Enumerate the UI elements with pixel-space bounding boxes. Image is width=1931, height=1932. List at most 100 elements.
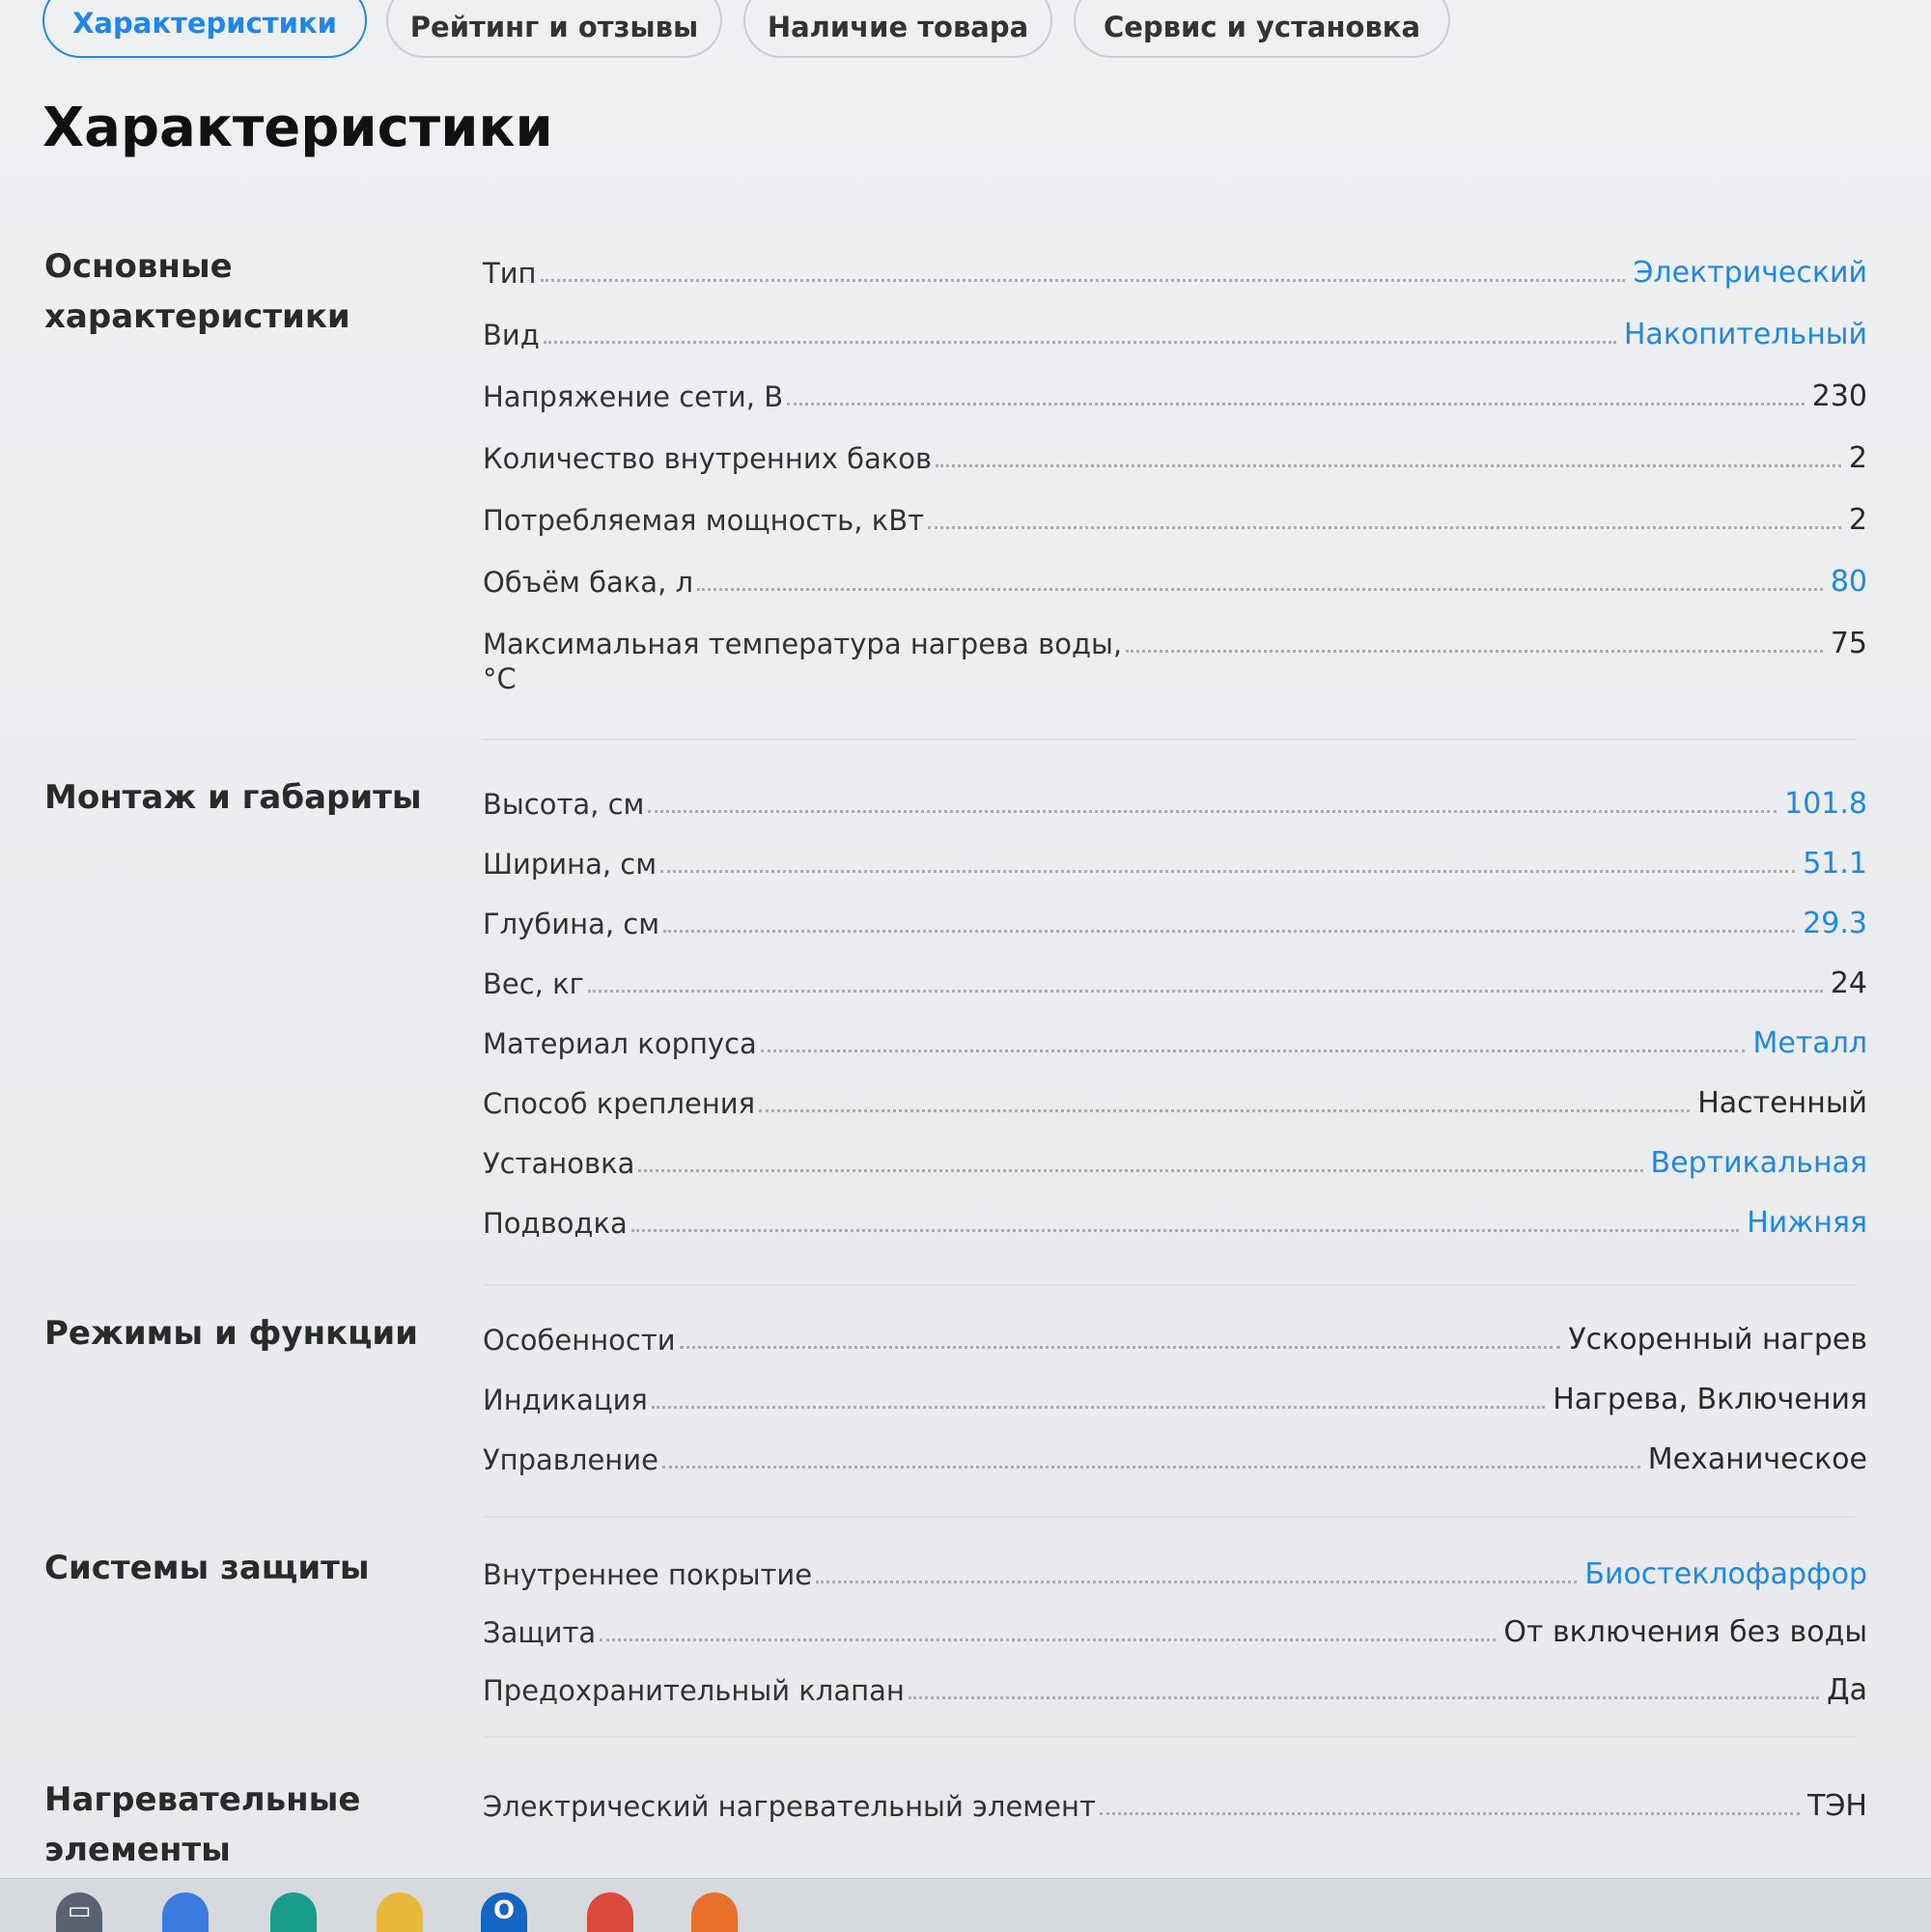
spec-row: Индикация Нагрева, Включения — [483, 1368, 1867, 1416]
dot-leader — [540, 279, 1626, 282]
spec-label: Предохранительный клапан — [483, 1674, 905, 1707]
spec-value: Настенный — [1697, 1086, 1867, 1120]
spec-value: Ускоренный нагрев — [1568, 1323, 1867, 1357]
spec-value: Да — [1827, 1673, 1867, 1707]
spec-label: Материал корпуса — [483, 1027, 757, 1060]
spec-row: Электрический нагревательный элемент ТЭН — [483, 1775, 1867, 1823]
dot-leader — [600, 1638, 1497, 1641]
spec-value-link[interactable]: 51.1 — [1803, 847, 1867, 881]
spec-value-link[interactable]: Электрический — [1633, 256, 1867, 290]
spec-row: Напряжение сети, В 230 — [483, 365, 1867, 413]
spec-row: Потребляемая мощность, кВт 2 — [483, 489, 1867, 537]
spec-label: Объём бака, л — [483, 566, 694, 599]
spec-label: Потребляемая мощность, кВт — [483, 504, 925, 537]
dot-leader — [1099, 1812, 1801, 1815]
copilot-icon[interactable] — [162, 1892, 209, 1932]
dot-leader — [651, 1406, 1546, 1409]
dot-leader — [1126, 650, 1823, 653]
spec-row: Объём бака, л 80 — [483, 550, 1867, 599]
spec-value: 2 — [1848, 503, 1867, 537]
spec-row: Внутреннее покрытие Биостеклофарфор — [483, 1543, 1867, 1591]
dot-leader — [543, 341, 1616, 344]
spec-label: Индикация — [483, 1384, 648, 1416]
spec-row: Подводка Нижняя — [483, 1191, 1867, 1240]
spec-value-link[interactable]: 80 — [1831, 565, 1867, 599]
spec-label: Максимальная температура нагрева воды, — [483, 628, 1123, 660]
spec-value: 24 — [1830, 966, 1867, 1000]
spec-label: Электрический нагревательный элемент — [483, 1790, 1096, 1823]
spec-label: Особенности — [483, 1324, 676, 1357]
page-title: Характеристики — [42, 97, 553, 159]
spec-label: Защита — [483, 1616, 597, 1649]
task-view-icon[interactable]: ▭ — [56, 1892, 102, 1932]
spec-value: 2 — [1848, 441, 1867, 475]
file-explorer-icon[interactable] — [377, 1892, 423, 1932]
spec-value: ТЭН — [1807, 1789, 1867, 1823]
spec-value: Механическое — [1647, 1442, 1867, 1476]
firefox-icon[interactable] — [691, 1892, 738, 1932]
spec-value-link[interactable]: Металл — [1752, 1026, 1867, 1060]
dot-leader — [648, 810, 1777, 813]
dot-leader — [663, 930, 1796, 933]
spec-label: Напряжение сети, В — [483, 380, 784, 413]
spec-value: 230 — [1811, 379, 1867, 413]
spec-row: Особенности Ускоренный нагрев — [483, 1308, 1867, 1357]
spec-label: Управление — [483, 1443, 658, 1476]
tab-availability[interactable]: Наличие товара — [743, 0, 1052, 58]
section-divider — [483, 1516, 1856, 1518]
spec-row: Вес, кг 24 — [483, 952, 1867, 1000]
spec-row: Тип Электрический — [483, 241, 1867, 290]
taskbar: ▭ O — [0, 1878, 1931, 1932]
spec-value: От включения без воды — [1503, 1615, 1867, 1649]
spec-row: Материал корпуса Металл — [483, 1012, 1867, 1060]
spec-value-link[interactable]: 101.8 — [1784, 787, 1867, 821]
spec-row: Максимальная температура нагрева воды, 75… — [483, 612, 1867, 695]
spec-row: Количество внутренних баков 2 — [483, 427, 1867, 475]
spec-value: 75 — [1830, 627, 1867, 660]
spec-value-link[interactable]: 29.3 — [1803, 907, 1867, 940]
spec-label: Высота, см — [483, 788, 645, 821]
dot-leader — [630, 1229, 1740, 1232]
spec-label: Тип — [483, 257, 537, 290]
spec-label-continuation: °C — [483, 662, 517, 695]
spec-row: Глубина, см 29.3 — [483, 892, 1867, 940]
section-divider — [483, 1736, 1856, 1738]
dot-leader — [679, 1346, 1561, 1349]
dot-leader — [928, 526, 1841, 529]
dot-leader — [660, 870, 1796, 873]
spec-label: Вид — [483, 319, 540, 351]
spec-value: Нагрева, Включения — [1553, 1383, 1867, 1416]
outlook-icon[interactable]: O — [481, 1892, 527, 1932]
spec-row: Высота, см 101.8 — [483, 772, 1867, 821]
dot-leader — [760, 1050, 1746, 1052]
spec-label: Вес, кг — [483, 967, 584, 1000]
section-title: Нагревательные элементы — [44, 1780, 361, 1869]
spec-value-link[interactable]: Накопительный — [1624, 318, 1867, 351]
dot-leader — [587, 990, 1823, 993]
edge-icon[interactable] — [270, 1892, 317, 1932]
dot-leader — [697, 588, 1823, 591]
dot-leader — [638, 1169, 1643, 1172]
chrome-icon[interactable] — [587, 1892, 633, 1932]
dot-leader — [661, 1466, 1640, 1469]
dot-leader — [816, 1581, 1578, 1583]
spec-row: Ширина, см 51.1 — [483, 832, 1867, 881]
spec-row: Способ крепления Настенный — [483, 1072, 1867, 1120]
spec-value-link[interactable]: Биостеклофарфор — [1584, 1557, 1867, 1591]
tab-characteristics[interactable]: Характеристики — [42, 0, 367, 58]
spec-value-link[interactable]: Нижняя — [1747, 1206, 1867, 1240]
section-title: Монтаж и габариты — [44, 778, 422, 817]
spec-row: Вид Накопительный — [483, 303, 1867, 351]
spec-row: Управление Механическое — [483, 1428, 1867, 1476]
tab-service[interactable]: Сервис и установка — [1074, 0, 1450, 58]
spec-label: Внутреннее покрытие — [483, 1558, 813, 1591]
spec-label: Установка — [483, 1147, 635, 1180]
spec-label: Глубина, см — [483, 908, 660, 940]
tab-reviews[interactable]: Рейтинг и отзывы — [386, 0, 722, 58]
dot-leader — [759, 1109, 1691, 1112]
spec-label: Ширина, см — [483, 848, 658, 881]
spec-label: Способ крепления — [483, 1087, 756, 1120]
dot-leader — [787, 403, 1805, 406]
section-divider — [483, 1284, 1856, 1286]
spec-value-link[interactable]: Вертикальная — [1651, 1146, 1867, 1180]
